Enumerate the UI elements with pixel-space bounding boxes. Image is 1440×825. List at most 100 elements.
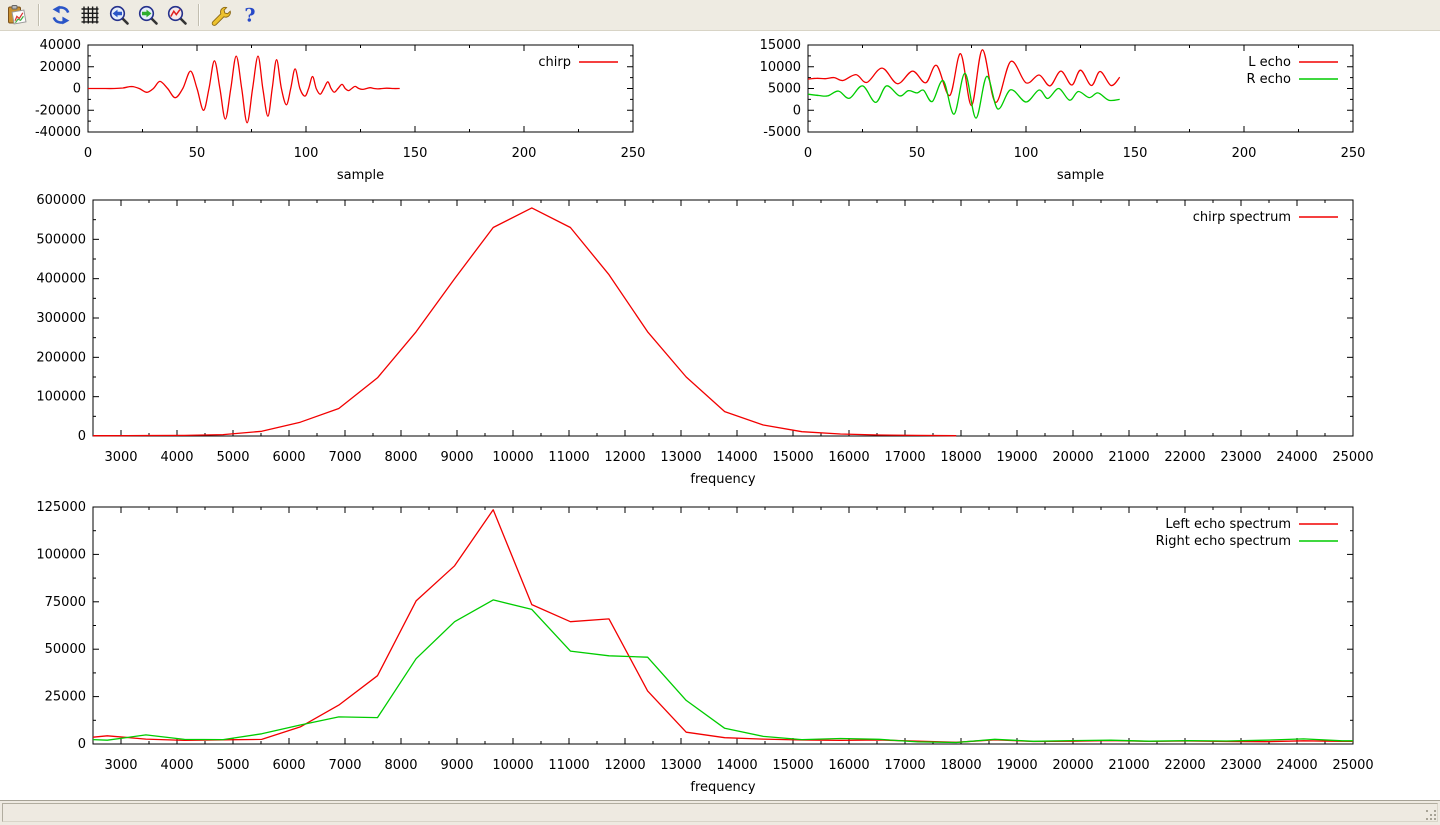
help-icon: ? bbox=[239, 4, 261, 26]
x-tick-label: 10000 bbox=[492, 758, 533, 773]
x-tick-label: 20000 bbox=[1052, 450, 1093, 465]
x-tick-label: 8000 bbox=[384, 758, 417, 773]
x-tick-label: 22000 bbox=[1164, 450, 1205, 465]
series-r-echo bbox=[808, 73, 1120, 118]
plot-border bbox=[93, 200, 1353, 436]
refresh-icon bbox=[50, 4, 72, 26]
x-tick-label: 18000 bbox=[940, 450, 981, 465]
x-tick-label: 7000 bbox=[328, 758, 361, 773]
grid-icon bbox=[79, 4, 101, 26]
y-tick-label: 100000 bbox=[36, 547, 86, 562]
svg-text:?: ? bbox=[244, 5, 255, 27]
x-tick-label: 14000 bbox=[716, 450, 757, 465]
x-tick-label: 11000 bbox=[548, 450, 589, 465]
x-tick-label: 10000 bbox=[492, 450, 533, 465]
x-tick-label: 25000 bbox=[1332, 758, 1373, 773]
y-tick-label: 300000 bbox=[36, 311, 86, 326]
x-tick-label: 50 bbox=[189, 146, 206, 161]
x-tick-label: 22000 bbox=[1164, 758, 1205, 773]
x-tick-label: 6000 bbox=[272, 450, 305, 465]
y-tick-label: 0 bbox=[78, 737, 86, 752]
x-tick-label: 8000 bbox=[384, 450, 417, 465]
y-tick-label: 15000 bbox=[760, 38, 801, 53]
series-chirp bbox=[88, 56, 400, 123]
y-tick-label: 0 bbox=[78, 429, 86, 444]
x-tick-label: 12000 bbox=[604, 758, 645, 773]
zoom-next-icon bbox=[137, 4, 159, 26]
x-tick-label: 0 bbox=[804, 146, 812, 161]
x-tick-label: 23000 bbox=[1220, 758, 1261, 773]
autoscale-button[interactable] bbox=[163, 2, 190, 28]
x-tick-label: 9000 bbox=[440, 758, 473, 773]
resize-grip[interactable] bbox=[1424, 808, 1437, 821]
x-tick-label: 9000 bbox=[440, 450, 473, 465]
x-tick-label: 24000 bbox=[1276, 450, 1317, 465]
toolbar: ? bbox=[0, 0, 1440, 31]
zoom-autoscale-icon bbox=[166, 4, 188, 26]
x-tick-label: 50 bbox=[909, 146, 926, 161]
y-tick-label: 0 bbox=[73, 82, 81, 97]
y-tick-label: 5000 bbox=[768, 82, 801, 97]
y-tick-label: 20000 bbox=[40, 60, 81, 75]
copy-to-clipboard-button[interactable] bbox=[3, 2, 30, 28]
x-tick-label: 25000 bbox=[1332, 450, 1373, 465]
y-tick-label: 75000 bbox=[45, 595, 86, 610]
y-tick-label: 25000 bbox=[45, 690, 86, 705]
x-axis-title: frequency bbox=[690, 780, 756, 795]
x-tick-label: 23000 bbox=[1220, 450, 1261, 465]
toolbar-separator bbox=[38, 4, 39, 26]
x-tick-label: 20000 bbox=[1052, 758, 1093, 773]
zoom-previous-button[interactable] bbox=[105, 2, 132, 28]
x-tick-label: 15000 bbox=[772, 758, 813, 773]
x-tick-label: 11000 bbox=[548, 758, 589, 773]
x-tick-label: 19000 bbox=[996, 450, 1037, 465]
x-tick-label: 17000 bbox=[884, 758, 925, 773]
y-tick-label: 500000 bbox=[36, 232, 86, 247]
y-tick-label: 50000 bbox=[45, 642, 86, 657]
x-axis-title: sample bbox=[337, 168, 384, 183]
wrench-icon bbox=[210, 4, 232, 26]
x-tick-label: 150 bbox=[403, 146, 428, 161]
legend-label: chirp bbox=[538, 55, 571, 70]
x-tick-label: 250 bbox=[1341, 146, 1366, 161]
settings-button[interactable] bbox=[207, 2, 234, 28]
x-tick-label: 16000 bbox=[828, 450, 869, 465]
legend-label: Right echo spectrum bbox=[1156, 534, 1291, 549]
x-axis-title: frequency bbox=[690, 472, 756, 487]
series-right-echo-spectrum bbox=[93, 600, 1353, 743]
replot-button[interactable] bbox=[47, 2, 74, 28]
plot-canvas: 050100150200250-40000-2000002000040000sa… bbox=[0, 31, 1440, 800]
x-tick-label: 6000 bbox=[272, 758, 305, 773]
help-button[interactable]: ? bbox=[236, 2, 263, 28]
y-tick-label: 0 bbox=[793, 103, 801, 118]
y-tick-label: 200000 bbox=[36, 350, 86, 365]
x-tick-label: 250 bbox=[621, 146, 646, 161]
plots-svg[interactable]: 050100150200250-40000-2000002000040000sa… bbox=[0, 31, 1440, 800]
status-bar bbox=[0, 800, 1440, 825]
x-tick-label: 21000 bbox=[1108, 450, 1149, 465]
y-tick-label: 40000 bbox=[40, 38, 81, 53]
x-tick-label: 4000 bbox=[160, 450, 193, 465]
x-tick-label: 13000 bbox=[660, 758, 701, 773]
x-tick-label: 24000 bbox=[1276, 758, 1317, 773]
x-tick-label: 14000 bbox=[716, 758, 757, 773]
y-tick-label: 400000 bbox=[36, 272, 86, 287]
x-tick-label: 12000 bbox=[604, 450, 645, 465]
x-tick-label: 16000 bbox=[828, 758, 869, 773]
legend-label: L echo bbox=[1248, 55, 1291, 70]
echo-signals-chart[interactable]: 050100150200250-5000050001000015000sampl… bbox=[760, 38, 1366, 183]
x-tick-label: 21000 bbox=[1108, 758, 1149, 773]
legend-label: R echo bbox=[1246, 72, 1291, 87]
chirp-signal-chart[interactable]: 050100150200250-40000-2000002000040000sa… bbox=[35, 38, 645, 183]
chirp-spectrum-chart[interactable]: 3000400050006000700080009000100001100012… bbox=[36, 193, 1373, 487]
zoom-next-button[interactable] bbox=[134, 2, 161, 28]
y-tick-label: 10000 bbox=[760, 60, 801, 75]
echo-spectra-chart[interactable]: 3000400050006000700080009000100001100012… bbox=[36, 500, 1373, 795]
x-tick-label: 17000 bbox=[884, 450, 925, 465]
y-tick-label: 100000 bbox=[36, 390, 86, 405]
y-tick-label: -40000 bbox=[35, 125, 81, 140]
toggle-grid-button[interactable] bbox=[76, 2, 103, 28]
gnuplot-window: ? 050100150200250-40000-2000002000040000… bbox=[0, 0, 1440, 825]
x-tick-label: 100 bbox=[294, 146, 319, 161]
toolbar-separator bbox=[198, 4, 199, 26]
